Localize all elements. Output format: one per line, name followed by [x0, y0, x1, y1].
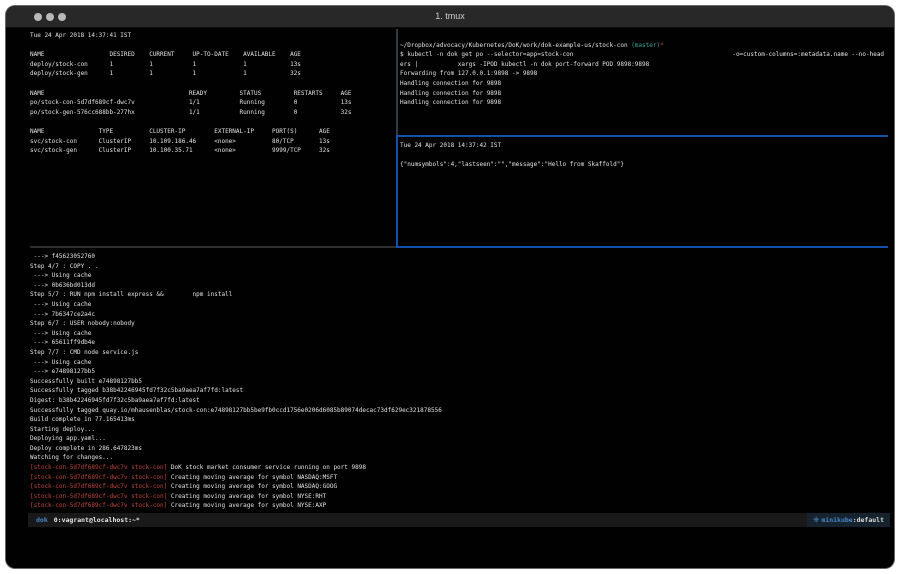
kubernetes-helm-icon: ⎈ — [813, 513, 819, 527]
status-window-item[interactable]: 0:vagrant@localhost:~* — [54, 516, 140, 524]
terminal-line: Deploying app.yaml... — [30, 434, 888, 444]
terminal-line: NAME TYPE CLUSTER-IP EXTERNAL-IP PORT(S)… — [30, 127, 396, 137]
terminal-line: deploy/stock-gen 1 1 1 1 32s — [30, 69, 396, 79]
terminal-line: po/stock-gen-576cc688bb-277hx 1/1 Runnin… — [30, 108, 396, 118]
pane-skaffold-dev-log[interactable]: ---> f45623052760Step 4/7 : COPY . . ---… — [30, 252, 888, 512]
terminal-line: Forwarding from 127.0.0.1:9898 -> 9898 — [400, 69, 886, 79]
terminal-line: Successfully tagged b38b42246945fd7f32c5… — [30, 386, 888, 396]
terminal-line: NAME READY STATUS RESTARTS AGE — [30, 89, 396, 99]
pane-curl-response-active[interactable]: Tue 24 Apr 2018 14:37:42 IST {"numsymbols… — [400, 141, 886, 241]
terminal-line: ---> Using cache — [30, 358, 888, 368]
terminal-line: svc/stock-con ClusterIP 10.109.186.46 <n… — [30, 137, 396, 147]
terminal-line — [30, 79, 396, 89]
terminal-line: ers | xargs -IPOD kubectl -n dok port-fo… — [400, 60, 886, 70]
terminal-line: [stock-con-5d7df689cf-dwc7v stock-con] C… — [30, 501, 888, 511]
terminal-line: [stock-con-5d7df689cf-dwc7v stock-con] C… — [30, 473, 888, 483]
terminal-line: Handling connection for 9898 — [400, 98, 886, 108]
terminal-line: Tue 24 Apr 2018 14:37:42 IST — [400, 141, 886, 151]
terminal-line — [400, 31, 886, 41]
terminal-line: Starting deploy... — [30, 425, 888, 435]
terminal-line: Build complete in 77.165413ms — [30, 415, 888, 425]
terminal-line: Digest: b38b42246945fd7f32c5ba9aea7af7fd… — [30, 396, 888, 406]
terminal-line: Tue 24 Apr 2018 14:37:41 IST — [30, 31, 396, 41]
terminal-line: ---> Using cache — [30, 329, 888, 339]
terminal-line: {"numsymbols":4,"lastseen":"","message":… — [400, 160, 886, 170]
terminal-line: ---> e74898127bb5 — [30, 367, 888, 377]
terminal-window: 1. tmux Tue 24 Apr 2018 14:37:41 IST NAME… — [6, 6, 894, 568]
terminal-line: Deploy complete in 286.647823ms — [30, 444, 888, 454]
terminal-line: ~/Dropbox/advocacy/Kubernetes/DoK/work/d… — [400, 41, 886, 51]
terminal-line — [400, 151, 886, 161]
terminal-line: Step 6/7 : USER nobody:nobody — [30, 319, 888, 329]
terminal-line: Handling connection for 9898 — [400, 79, 886, 89]
terminal-line: ---> 7b6347ce2a4c — [30, 310, 888, 320]
pane-border-horizontal-active-top — [396, 135, 888, 137]
pane-border-horizontal-inactive — [30, 246, 396, 248]
pane-border-horizontal-active-bottom — [396, 246, 888, 248]
terminal-line: Step 7/7 : CMD node service.js — [30, 348, 888, 358]
terminal-line: NAME DESIRED CURRENT UP-TO-DATE AVAILABL… — [30, 50, 396, 60]
pane-port-forward[interactable]: ~/Dropbox/advocacy/Kubernetes/DoK/work/d… — [400, 31, 886, 134]
terminal-line: ---> Using cache — [30, 300, 888, 310]
terminal-line: Watching for changes... — [30, 453, 888, 463]
terminal-line: po/stock-con-5d7df689cf-dwc7v 1/1 Runnin… — [30, 98, 396, 108]
terminal-line: $ kubectl -n dok get po --selector=app=s… — [400, 50, 886, 60]
kube-context-label: minikube — [821, 513, 852, 527]
terminal-line: Step 5/7 : RUN npm install express && np… — [30, 290, 888, 300]
pane-border-vertical-inactive — [396, 29, 398, 135]
terminal-line: svc/stock-gen ClusterIP 10.100.35.71 <no… — [30, 146, 396, 156]
terminal-line: [stock-con-5d7df689cf-dwc7v stock-con] C… — [30, 482, 888, 492]
tmux-status-bar: dok 0:vagrant@localhost:~* ⎈ minikube :de… — [28, 513, 890, 527]
terminal-line — [30, 41, 396, 51]
terminal-line: Successfully tagged quay.io/mhausenblas/… — [30, 406, 888, 416]
kube-namespace-label: :default — [853, 513, 884, 527]
pane-kubectl-resources[interactable]: Tue 24 Apr 2018 14:37:41 IST NAME DESIRED… — [30, 31, 396, 245]
terminal-line: ---> Using cache — [30, 271, 888, 281]
pane-border-vertical-active — [396, 135, 398, 247]
terminal-line — [30, 117, 396, 127]
terminal-line: ---> 65611ff9db4e — [30, 338, 888, 348]
status-right-segment: ⎈ minikube :default — [807, 513, 890, 527]
window-title: 1. tmux — [6, 11, 894, 21]
window-titlebar: 1. tmux — [6, 6, 894, 28]
terminal-line: ---> 0b636bd013dd — [30, 281, 888, 291]
terminal-line: Step 4/7 : COPY . . — [30, 262, 888, 272]
terminal-line: [stock-con-5d7df689cf-dwc7v stock-con] D… — [30, 463, 888, 473]
session-name: dok — [36, 516, 48, 524]
tmux-session: Tue 24 Apr 2018 14:37:41 IST NAME DESIRED… — [6, 28, 894, 568]
terminal-line: Handling connection for 9898 — [400, 89, 886, 99]
terminal-line: Successfully built e74898127bb5 — [30, 377, 888, 387]
terminal-line: [stock-con-5d7df689cf-dwc7v stock-con] C… — [30, 492, 888, 502]
terminal-line: deploy/stock-con 1 1 1 1 13s — [30, 60, 396, 70]
terminal-line: ---> f45623052760 — [30, 252, 888, 262]
